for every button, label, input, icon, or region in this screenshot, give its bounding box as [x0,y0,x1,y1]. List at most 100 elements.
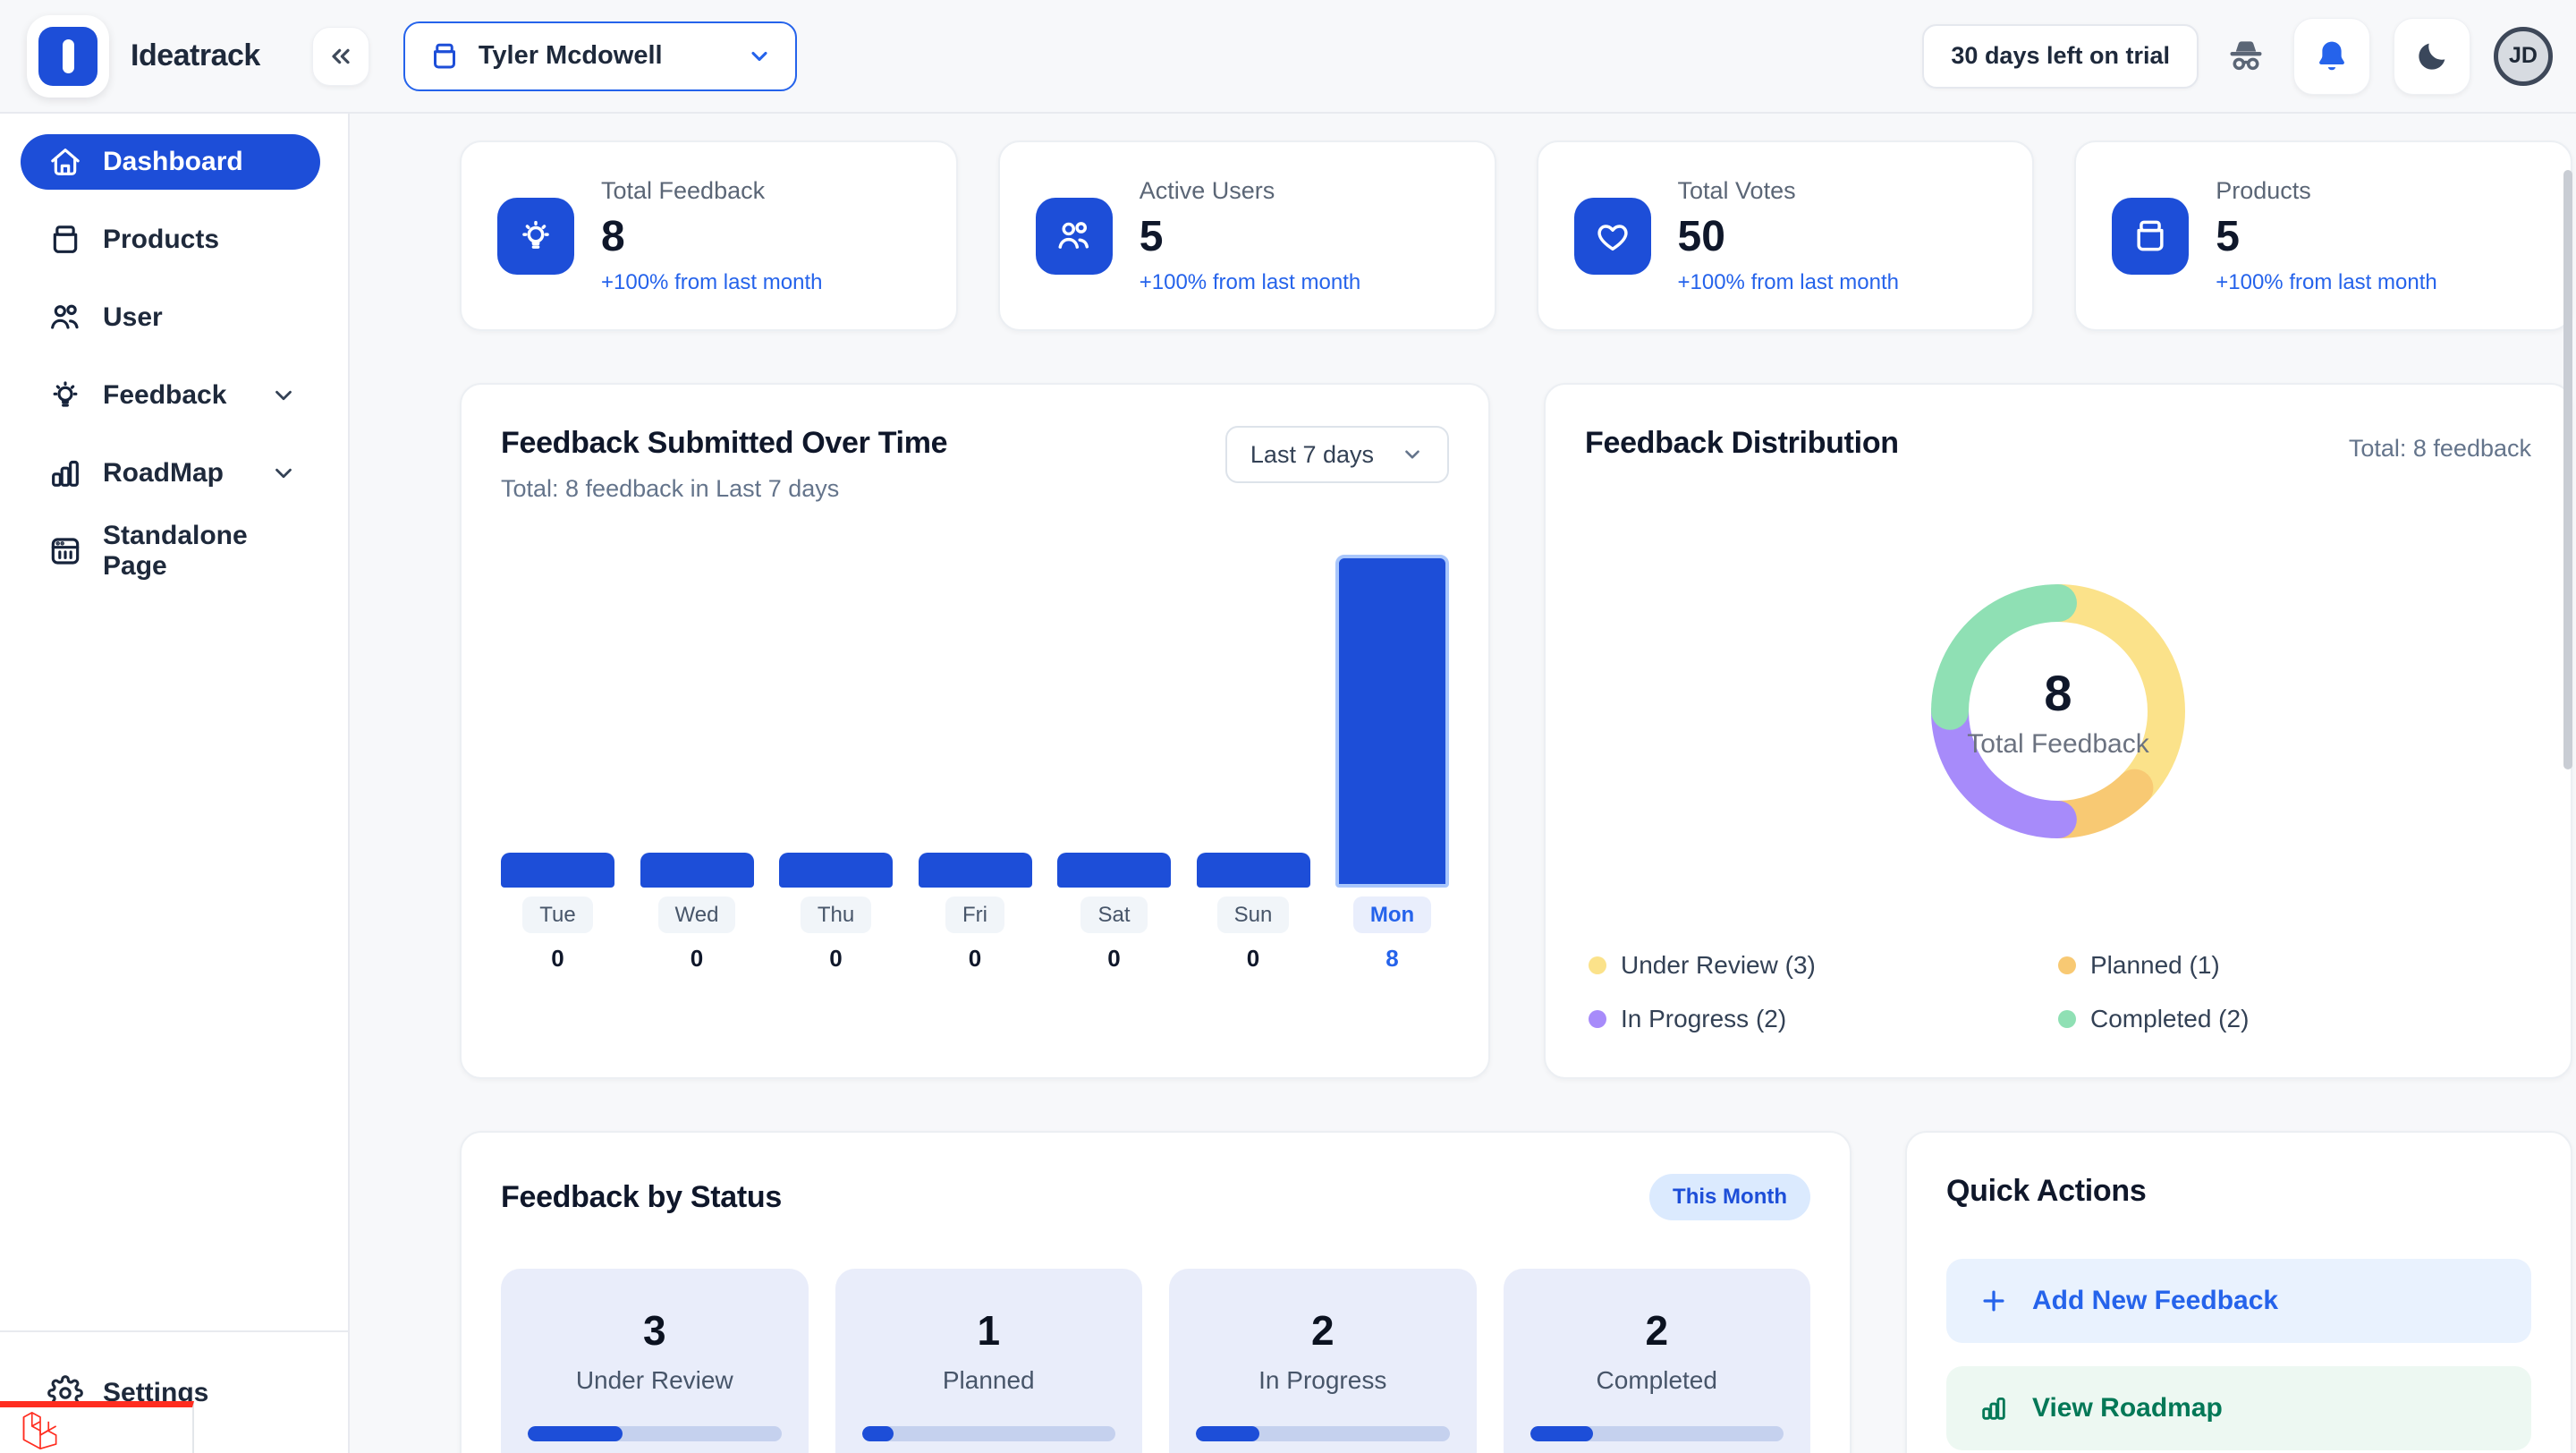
distribution-total: Total: 8 feedback [2349,435,2531,463]
bar-x-label: Fri [945,896,1004,933]
stat-title: Total Feedback [601,177,822,205]
stat-title: Total Votes [1678,177,1899,205]
stat-card-total-votes: Total Votes 50 +100% from last month [1537,140,2035,331]
status-count: 2 [1645,1306,1668,1355]
moon-icon [2413,38,2451,75]
incognito-icon [2224,34,2268,79]
window-layout-icon [47,533,83,569]
dark-mode-toggle[interactable] [2394,18,2470,95]
status-label: In Progress [1258,1366,1386,1395]
add-new-feedback-button[interactable]: Add New Feedback [1946,1259,2531,1343]
progress-fill [862,1426,894,1441]
sidebar-item-feedback[interactable]: Feedback [21,368,320,423]
donut-legend: Under Review (3) Planned (1) In Progress… [1585,951,2531,1033]
legend-label: In Progress (2) [1621,1005,1786,1033]
user-avatar[interactable]: JD [2494,27,2553,86]
sidebar-item-label: Products [103,225,219,255]
lightbulb-icon [47,378,83,413]
sidebar-item-roadmap[interactable]: RoadMap [21,446,320,501]
sidebar-item-label: Standalone Page [103,521,297,582]
bottom-row: Feedback by Status This Month 3 Under Re… [460,1131,2572,1453]
card-title: Feedback by Status [501,1180,782,1215]
this-month-badge: This Month [1649,1174,1810,1220]
sidebar-item-label: Feedback [103,380,226,411]
progress-fill [1196,1426,1259,1441]
status-count: 3 [643,1306,666,1355]
app-logo[interactable] [27,15,109,98]
sidebar-item-label: Dashboard [103,147,243,177]
status-label: Under Review [576,1366,733,1395]
users-icon [47,300,83,336]
sidebar-item-standalone-page[interactable]: Standalone Page [21,523,320,579]
chevron-down-icon [270,460,297,487]
chart-subtitle: Total: 8 feedback in Last 7 days [501,475,947,503]
status-count: 1 [977,1306,1000,1355]
bar-column: Fri 0 [919,853,1032,973]
chevrons-left-icon [326,42,355,71]
bar-column: Sun 0 [1197,853,1310,973]
status-mini-card: 3 Under Review [501,1269,809,1453]
donut-center-value: 8 [2044,664,2072,722]
bar-column: Sat 0 [1057,853,1171,973]
status-cards: 3 Under Review 1 Planned 2 In Progress 2… [501,1269,1810,1453]
bar-x-label: Thu [801,896,871,933]
bar [640,853,754,888]
bar-x-label: Sun [1217,896,1290,933]
sidebar-collapse-button[interactable] [312,27,369,86]
action-label: View Roadmap [2032,1393,2223,1423]
brand-name: Ideatrack [131,38,260,73]
status-mini-card: 2 Completed [1504,1269,1811,1453]
bar-chart-icon [47,455,83,491]
trial-badge: 30 days left on trial [1922,24,2199,89]
legend-dot [2058,1010,2076,1028]
home-icon [47,144,83,180]
users-icon [1036,198,1113,275]
stat-card-total-feedback: Total Feedback 8 +100% from last month [460,140,958,331]
bar-chart: Tue 0 Wed 0 Thu 0 Fri 0 [501,555,1449,973]
donut-center-label: Total Feedback [1967,729,2148,760]
bar-x-label: Mon [1353,896,1431,933]
sidebar-item-products[interactable]: Products [21,212,320,268]
status-label: Completed [1597,1366,1717,1395]
card-title: Quick Actions [1946,1174,2531,1209]
legend-item: In Progress (2) [1589,1005,2058,1033]
progress-bar [862,1426,1116,1441]
stat-value: 5 [1140,212,1360,261]
feedback-by-status-card: Feedback by Status This Month 3 Under Re… [460,1131,1852,1453]
bar-x-label: Wed [658,896,736,933]
workspace-selector[interactable]: Tyler Mcdowell [403,21,797,91]
progress-bar [1530,1426,1784,1441]
sidebar-item-label: User [103,302,163,333]
bar-chart-icon [1979,1393,2009,1423]
chart-title: Feedback Submitted Over Time [501,426,947,461]
bar-x-label: Sat [1080,896,1147,933]
sidebar-item-user[interactable]: User [21,290,320,345]
impersonate-button[interactable] [2222,32,2270,81]
bar [919,853,1032,888]
plus-icon [1979,1286,2009,1316]
bar-value: 8 [1385,945,1398,973]
status-mini-card: 2 In Progress [1169,1269,1477,1453]
legend-item: Completed (2) [2058,1005,2528,1033]
legend-label: Planned (1) [2090,951,2220,980]
legend-label: Under Review (3) [1621,951,1816,980]
sidebar-item-label: RoadMap [103,458,224,489]
stat-title: Active Users [1140,177,1360,205]
logo-icon [38,27,97,86]
stat-delta: +100% from last month [1678,270,1899,295]
legend-dot [1589,1010,1606,1028]
charts-row: Feedback Submitted Over Time Total: 8 fe… [460,383,2572,1079]
view-roadmap-button[interactable]: View Roadmap [1946,1366,2531,1450]
chevron-down-icon [270,382,297,409]
status-label: Planned [943,1366,1035,1395]
debugbar-toggle[interactable] [0,1401,194,1453]
notifications-button[interactable] [2293,18,2370,95]
bar [501,853,614,888]
scrollbar-thumb[interactable] [2563,170,2572,769]
bar-value: 0 [1247,945,1259,973]
range-selector[interactable]: Last 7 days [1225,426,1449,483]
stat-delta: +100% from last month [2216,270,2436,295]
legend-item: Planned (1) [2058,951,2528,980]
legend-item: Under Review (3) [1589,951,2058,980]
sidebar-item-dashboard[interactable]: Dashboard [21,134,320,190]
